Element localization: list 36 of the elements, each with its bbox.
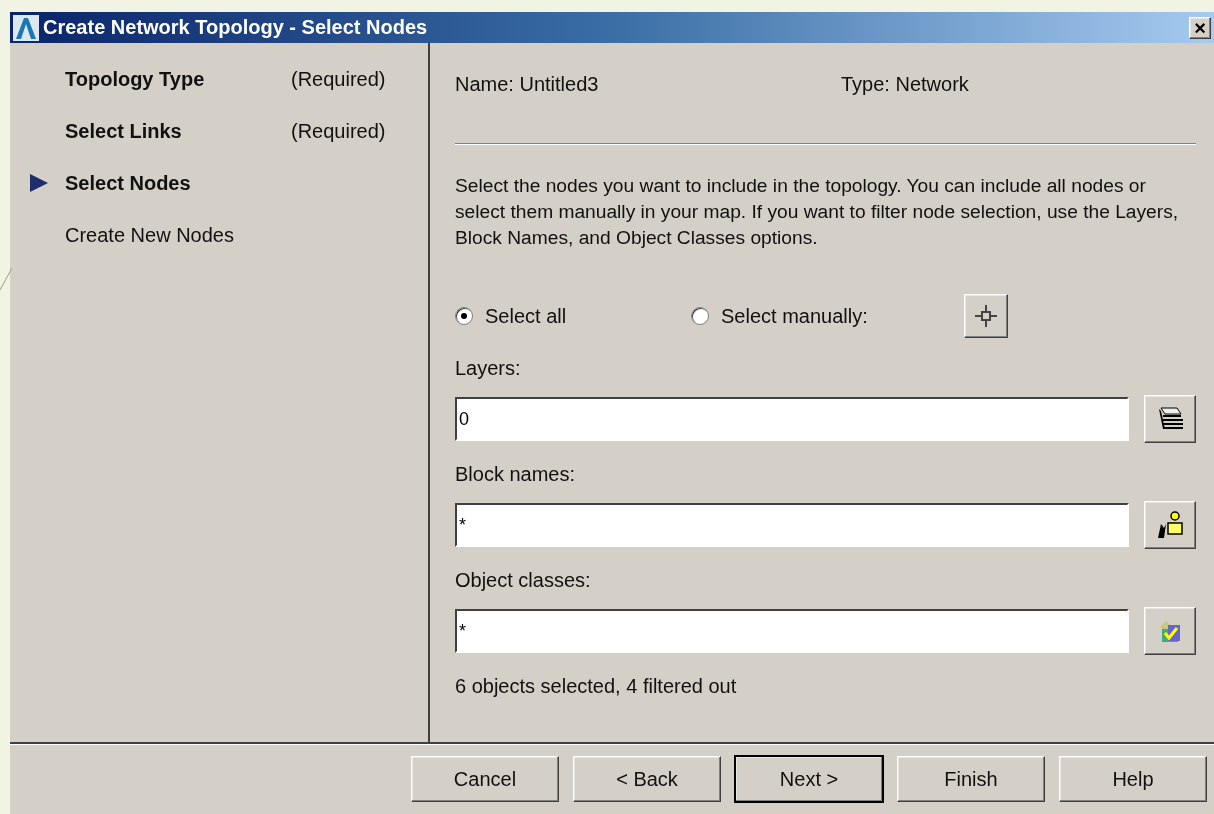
diagonal-line xyxy=(0,268,12,290)
input-field[interactable]: * xyxy=(455,609,1129,653)
required-note: (Required) xyxy=(291,119,387,143)
step-label[interactable]: Topology Type xyxy=(65,67,291,91)
dialog-button[interactable]: Finish xyxy=(897,756,1045,802)
close-button[interactable]: × xyxy=(1189,16,1211,39)
dialog-button[interactable]: Help xyxy=(1059,756,1207,802)
pick-button[interactable] xyxy=(963,294,1008,338)
dialog-button[interactable]: Next > xyxy=(735,756,883,802)
required-note: (Required) xyxy=(291,67,387,91)
radio-button[interactable] xyxy=(455,307,473,325)
block-button[interactable] xyxy=(1144,501,1196,549)
block-icon xyxy=(1155,510,1185,540)
step-label[interactable]: Select Links xyxy=(65,119,291,143)
dialog-button[interactable]: Cancel xyxy=(411,756,559,802)
topology-type: Type: Network xyxy=(841,72,969,96)
radio-label[interactable]: Select manually: xyxy=(721,304,868,328)
radio-button[interactable] xyxy=(691,307,709,325)
app-logo-icon xyxy=(13,14,39,41)
object-classes-button[interactable] xyxy=(1144,607,1196,655)
radio-label[interactable]: Select all xyxy=(485,304,567,328)
dialog-button[interactable]: < Back xyxy=(573,756,721,802)
field-label: Layers: xyxy=(455,357,522,381)
step-label[interactable]: Create New Nodes xyxy=(65,223,291,247)
layers-button[interactable] xyxy=(1144,395,1196,443)
window-title: Create Network Topology - Select Nodes xyxy=(43,16,429,39)
field-label: Object classes: xyxy=(455,569,592,593)
current-step-icon xyxy=(30,174,48,192)
step-label[interactable]: Select Nodes xyxy=(65,171,291,195)
field-label: Block names: xyxy=(455,463,577,487)
topology-name: Name: Untitled3 xyxy=(455,72,600,96)
crosshair-icon xyxy=(972,303,999,329)
instructions-text: Select the nodes you want to include in the topology. You can include all nodes or select them manually in your map. If you want to filter node selection, use the Layers, Block Names, and Object Classes options. xyxy=(455,174,1180,250)
input-field[interactable]: * xyxy=(455,503,1129,547)
input-field[interactable]: 0 xyxy=(455,397,1129,441)
selection-status: 6 objects selected, 4 filtered out xyxy=(455,675,738,698)
